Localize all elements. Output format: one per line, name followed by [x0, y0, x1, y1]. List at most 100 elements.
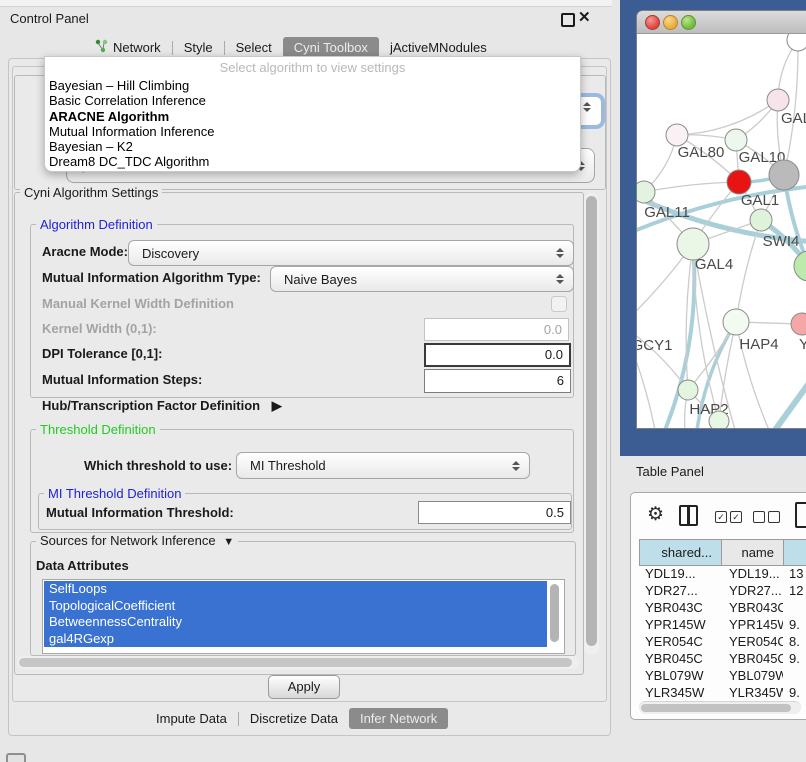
- table-row[interactable]: YER054CYER054C8.: [639, 633, 806, 650]
- network-node[interactable]: [787, 34, 806, 51]
- table-cell[interactable]: YBL079W: [721, 667, 783, 684]
- table-cell[interactable]: YDR27...: [721, 582, 783, 599]
- table-cell[interactable]: 12: [783, 582, 806, 599]
- export-table-icon[interactable]: [795, 502, 806, 528]
- tab-style[interactable]: Style: [173, 37, 224, 58]
- table-cell[interactable]: YBL079W: [639, 667, 721, 684]
- minimized-panel-icon[interactable]: [6, 753, 26, 762]
- network-icon: [95, 39, 108, 56]
- mi-threshold-input[interactable]: 0.5: [418, 501, 571, 524]
- network-node[interactable]: [725, 129, 747, 151]
- aracne-mode-combo[interactable]: Discovery: [128, 240, 574, 266]
- mi-type-combo[interactable]: Naive Bayes: [270, 266, 574, 292]
- attribute-item[interactable]: TopologicalCoefficient: [44, 598, 547, 615]
- table-window: ⚙ ✓✓ shared... name YDL19...YDL19...13YD…: [630, 492, 806, 720]
- list-scrollbar-thumb[interactable]: [550, 584, 559, 642]
- table-cell[interactable]: YDL19...: [639, 565, 721, 582]
- table-row[interactable]: YBR045CYBR045C9.: [639, 650, 806, 667]
- network-node[interactable]: [723, 309, 749, 335]
- tab-jactivemnodules[interactable]: jActiveMNodules: [379, 37, 498, 58]
- tab-select[interactable]: Select: [225, 37, 283, 58]
- table-cell[interactable]: YER054C: [721, 633, 783, 650]
- network-node[interactable]: [678, 380, 698, 400]
- algorithm-option[interactable]: Dream8 DC_TDC Algorithm: [45, 154, 580, 169]
- network-node[interactable]: [666, 124, 688, 146]
- show-columns-icon[interactable]: ✓✓: [715, 511, 745, 526]
- attribute-item[interactable]: SelfLoops: [44, 581, 547, 598]
- attribute-item[interactable]: gal4RGexp: [44, 631, 547, 648]
- sources-expander[interactable]: Sources for Network Inference ▼: [36, 533, 238, 548]
- network-node[interactable]: [637, 181, 655, 203]
- table-cell[interactable]: 8.: [783, 633, 806, 650]
- table-cell[interactable]: YBR045C: [721, 650, 783, 667]
- network-node[interactable]: [794, 251, 806, 281]
- table-row[interactable]: YLR345WYLR345W9.: [639, 684, 806, 701]
- column-header-name[interactable]: name: [722, 540, 784, 565]
- attribute-item[interactable]: BetweennessCentrality: [44, 614, 547, 631]
- table-cell[interactable]: YBR045C: [639, 650, 721, 667]
- table-cell[interactable]: YLR345W: [721, 684, 783, 701]
- split-columns-icon[interactable]: [679, 505, 698, 526]
- hub-definition-expander[interactable]: Hub/Transcription Factor Definition ▶: [42, 397, 282, 415]
- close-icon[interactable]: ✕: [578, 8, 591, 26]
- tab-cyni-toolbox[interactable]: Cyni Toolbox: [283, 37, 379, 58]
- table-row[interactable]: YDR27...YDR27...12: [639, 582, 806, 599]
- close-traffic-light[interactable]: [645, 15, 660, 30]
- kernel-width-input[interactable]: 0.0: [424, 318, 569, 341]
- settings-vscrollbar-thumb[interactable]: [586, 196, 597, 646]
- algorithm-option[interactable]: Basic Correlation Inference: [45, 93, 580, 108]
- table-row[interactable]: YBR043CYBR043C: [639, 599, 806, 616]
- network-node[interactable]: [767, 89, 789, 111]
- table-cell[interactable]: 9.: [783, 650, 806, 667]
- table-cell[interactable]: 13: [783, 565, 806, 582]
- gear-icon[interactable]: ⚙: [647, 503, 664, 526]
- network-window-titlebar[interactable]: [637, 11, 806, 34]
- table-cell[interactable]: 9.: [783, 616, 806, 633]
- column-header-shared[interactable]: shared...: [640, 540, 722, 565]
- column-header-partial[interactable]: [784, 540, 806, 565]
- float-icon[interactable]: [561, 13, 575, 27]
- table-cell[interactable]: 9.: [783, 684, 806, 701]
- table-cell[interactable]: YDL19...: [721, 565, 783, 582]
- table-row[interactable]: YBL079WYBL079W: [639, 667, 806, 684]
- table-cell[interactable]: YPR145W: [639, 616, 721, 633]
- tab-infer-network[interactable]: Infer Network: [349, 708, 448, 729]
- table-cell[interactable]: YDR27...: [639, 582, 721, 599]
- network-node[interactable]: [709, 411, 729, 428]
- table-cell[interactable]: YPR145W: [721, 616, 783, 633]
- algorithm-option[interactable]: Bayesian – Hill Climbing: [45, 78, 580, 93]
- table-hscrollbar-thumb[interactable]: [641, 704, 791, 712]
- algorithm-option[interactable]: Mutual Information Inference: [45, 124, 580, 139]
- which-threshold-combo[interactable]: MI Threshold: [236, 452, 530, 479]
- table-hscrollbar[interactable]: [639, 701, 801, 714]
- settings-vscrollbar[interactable]: [584, 193, 599, 655]
- tab-impute-data[interactable]: Impute Data: [145, 708, 238, 729]
- table-cell[interactable]: YER054C: [639, 633, 721, 650]
- table-cell[interactable]: [783, 599, 806, 616]
- mi-steps-input[interactable]: 6: [424, 369, 571, 393]
- network-node[interactable]: [727, 170, 751, 194]
- mi-threshold-label: Mutual Information Threshold:: [46, 503, 234, 523]
- table-cell[interactable]: YBR043C: [721, 599, 783, 616]
- table-row[interactable]: YDL19...YDL19...13: [639, 565, 806, 582]
- network-node[interactable]: [750, 209, 772, 231]
- minimize-traffic-light[interactable]: [663, 15, 678, 30]
- table-cell[interactable]: YLR345W: [639, 684, 721, 701]
- tab-discretize-data[interactable]: Discretize Data: [239, 708, 349, 729]
- hide-columns-icon[interactable]: [753, 511, 783, 526]
- network-svg[interactable]: GALGAL80GAL10GAL1GAL11SWI4GAL4GCY1HAP4YH…: [637, 34, 806, 428]
- apply-button[interactable]: Apply: [268, 675, 340, 699]
- manual-kernel-checkbox[interactable]: [551, 296, 567, 312]
- settings-hscrollbar[interactable]: [17, 656, 579, 669]
- network-node-label: SWI4: [763, 233, 800, 250]
- table-cell[interactable]: [783, 667, 806, 684]
- algorithm-option-selected[interactable]: ARACNE Algorithm: [45, 109, 580, 124]
- table-cell[interactable]: YBR043C: [639, 599, 721, 616]
- settings-hscrollbar-thumb[interactable]: [19, 658, 572, 667]
- network-node[interactable]: [791, 313, 806, 335]
- network-node[interactable]: [769, 160, 799, 190]
- zoom-traffic-light[interactable]: [681, 15, 696, 30]
- algorithm-option[interactable]: Bayesian – K2: [45, 139, 580, 154]
- table-row[interactable]: YPR145WYPR145W9.: [639, 616, 806, 633]
- dpi-tolerance-input[interactable]: 0.0: [424, 343, 571, 367]
